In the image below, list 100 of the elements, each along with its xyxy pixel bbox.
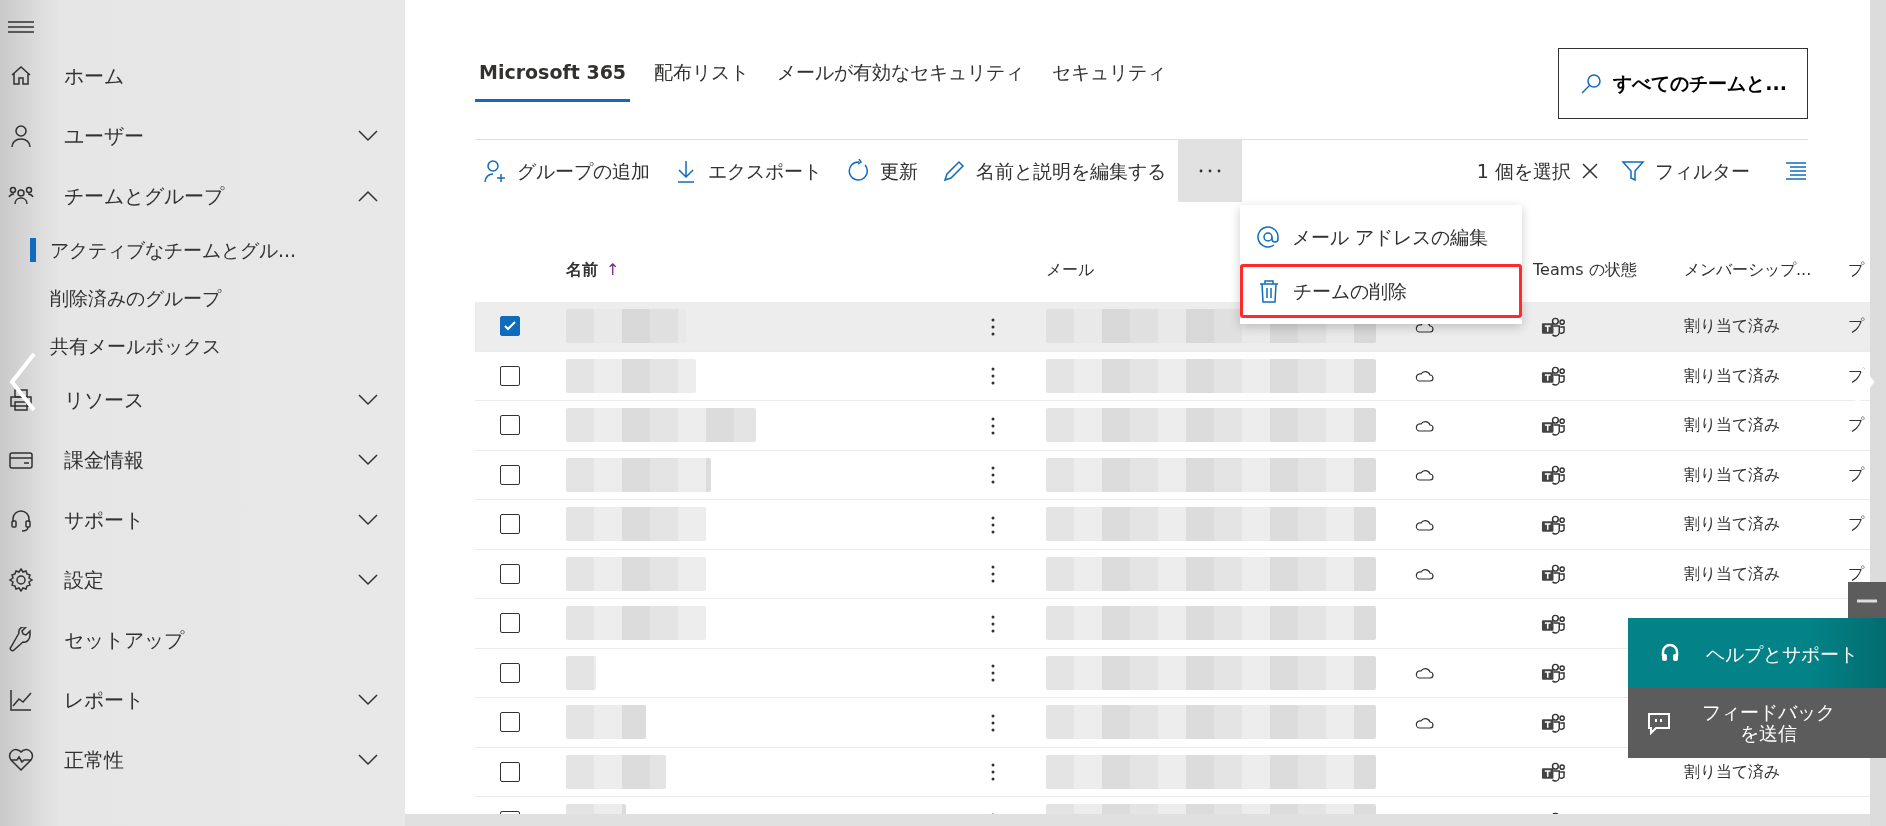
sidebar-subitem[interactable]: 削除済みのグループ — [50, 283, 221, 313]
tab[interactable]: Microsoft 365 — [475, 50, 631, 102]
filter-button[interactable]: フィルター — [1609, 140, 1762, 202]
redacted-name — [566, 655, 596, 690]
sidebar-item[interactable]: レポート — [0, 670, 405, 730]
table-cell: プ — [1848, 464, 1864, 484]
horizontal-scrollbar[interactable] — [405, 814, 1870, 826]
row-checkbox[interactable] — [500, 365, 520, 386]
kebab-menu-icon[interactable] — [990, 663, 996, 684]
sidebar-item[interactable]: リソース — [0, 370, 405, 430]
menu-item[interactable]: チームの削除 — [1240, 263, 1522, 318]
speech-bubble-icon — [1647, 711, 1671, 735]
kebab-menu-icon[interactable] — [990, 564, 996, 585]
sidebar-subitem[interactable]: 共有メールボックス — [50, 331, 221, 361]
table-row[interactable]: 割り当て済み — [475, 747, 1870, 797]
kebab-menu-icon[interactable] — [990, 762, 996, 783]
sidebar-item[interactable]: サポート — [0, 490, 405, 550]
row-checkbox[interactable] — [500, 613, 520, 634]
sidebar-item[interactable]: ホーム — [0, 46, 405, 106]
sidebar-item[interactable]: 設定 — [0, 550, 405, 610]
expand-chevron-icon[interactable] — [357, 453, 379, 467]
row-checkbox[interactable] — [500, 514, 520, 535]
row-checkbox[interactable] — [500, 662, 520, 683]
expand-chevron-icon[interactable] — [357, 129, 379, 143]
column-header[interactable]: 名前 — [566, 260, 598, 279]
sort-indicator: ↑ — [606, 260, 620, 279]
column-header[interactable]: メンバーシップ... — [1684, 260, 1812, 279]
settings-icon — [8, 567, 34, 593]
table-row[interactable]: 割り当て済み プ — [475, 401, 1870, 451]
kebab-menu-icon[interactable] — [990, 415, 996, 436]
row-checkbox[interactable] — [500, 464, 520, 485]
sidebar-item[interactable]: セットアップ — [0, 610, 405, 670]
trash-icon — [1257, 278, 1281, 303]
feedback-button[interactable]: フィードバックを送信 — [1628, 688, 1886, 758]
kebab-menu-icon[interactable] — [990, 465, 996, 486]
search-button[interactable]: すべてのチームと... — [1558, 48, 1808, 119]
toolbar-button[interactable]: 名前と説明を編集する — [930, 140, 1178, 202]
collapse-chevron-icon[interactable] — [357, 189, 379, 203]
membership-status: 割り当て済み — [1684, 316, 1780, 336]
at-sign-icon — [1256, 225, 1280, 250]
wrench-icon — [8, 627, 34, 653]
kebab-menu-icon[interactable] — [990, 514, 996, 535]
sidebar-subitem[interactable]: アクティブなチームとグル... — [50, 235, 297, 265]
tab[interactable]: 配布リスト — [650, 50, 754, 102]
menu-item[interactable]: メール アドレスの編集 — [1240, 211, 1522, 264]
menu-icon[interactable] — [8, 18, 34, 35]
table-row[interactable]: 割り当て済み プ — [475, 302, 1870, 352]
toolbar-button[interactable]: エクスポート — [662, 140, 834, 202]
expand-chevron-icon[interactable] — [357, 693, 379, 707]
kebab-menu-icon[interactable] — [990, 316, 996, 337]
person-icon — [8, 123, 34, 149]
teams-icon — [1541, 463, 1565, 487]
table-cell: プ — [1848, 316, 1864, 336]
table-row[interactable]: 割り当て済み プ — [475, 351, 1870, 401]
membership-status: 割り当て済み — [1684, 464, 1780, 484]
toolbar-button[interactable]: グループの追加 — [475, 140, 662, 202]
pencil-icon — [942, 159, 966, 183]
expand-chevron-icon[interactable] — [357, 573, 379, 587]
table-row[interactable]: 割り当て済み プ — [475, 500, 1870, 550]
help-button[interactable]: ヘルプとサポート — [1628, 618, 1886, 690]
tab[interactable]: セキュリティ — [1048, 50, 1171, 102]
sidebar-item[interactable]: チームとグループ — [0, 166, 405, 226]
kebab-menu-icon[interactable] — [990, 366, 996, 387]
row-checkbox[interactable] — [500, 712, 520, 733]
table-row[interactable]: 割り当て済み プ — [475, 549, 1870, 599]
teams-icon — [1541, 760, 1565, 784]
row-checkbox[interactable] — [500, 563, 520, 584]
toolbar-button[interactable]: 更新 — [834, 140, 930, 202]
column-header[interactable]: Teams の状態 — [1533, 260, 1637, 279]
column-header[interactable]: プ — [1848, 260, 1864, 279]
teams-icon — [1541, 562, 1565, 586]
membership-status: 割り当て済み — [1684, 365, 1780, 385]
table-row[interactable]: 割り当て済み プ — [475, 450, 1870, 500]
add-person-icon — [483, 159, 507, 183]
column-header[interactable]: メール — [1046, 260, 1094, 279]
printer-icon — [8, 387, 34, 413]
sidebar-item[interactable]: ユーザー — [0, 106, 405, 166]
membership-status: 割り当て済み — [1684, 514, 1780, 534]
membership-status: 割り当て済み — [1684, 415, 1780, 435]
sidebar-item[interactable]: 正常性 — [0, 730, 405, 790]
expand-chevron-icon[interactable] — [357, 753, 379, 767]
expand-chevron-icon[interactable] — [357, 513, 379, 527]
close-icon — [1581, 162, 1599, 180]
table-cell: プ — [1848, 563, 1864, 583]
row-checkbox[interactable] — [500, 761, 520, 782]
tab[interactable]: メールが有効なセキュリティ — [773, 50, 1029, 102]
list-icon — [1784, 161, 1808, 181]
minimize-button[interactable] — [1848, 582, 1886, 618]
kebab-menu-icon[interactable] — [990, 712, 996, 733]
selection-count: 1 個を選択 — [1476, 158, 1571, 184]
more-icon — [1198, 168, 1222, 174]
table-cell: プ — [1848, 514, 1864, 534]
sidebar-item[interactable]: 課金情報 — [0, 430, 405, 490]
expand-chevron-icon[interactable] — [357, 393, 379, 407]
row-checkbox[interactable] — [500, 316, 520, 337]
row-checkbox[interactable] — [500, 415, 520, 436]
membership-status: 割り当て済み — [1684, 563, 1780, 583]
kebab-menu-icon[interactable] — [990, 613, 996, 634]
line-chart-icon — [8, 687, 34, 713]
table-cell: プ — [1848, 365, 1864, 385]
